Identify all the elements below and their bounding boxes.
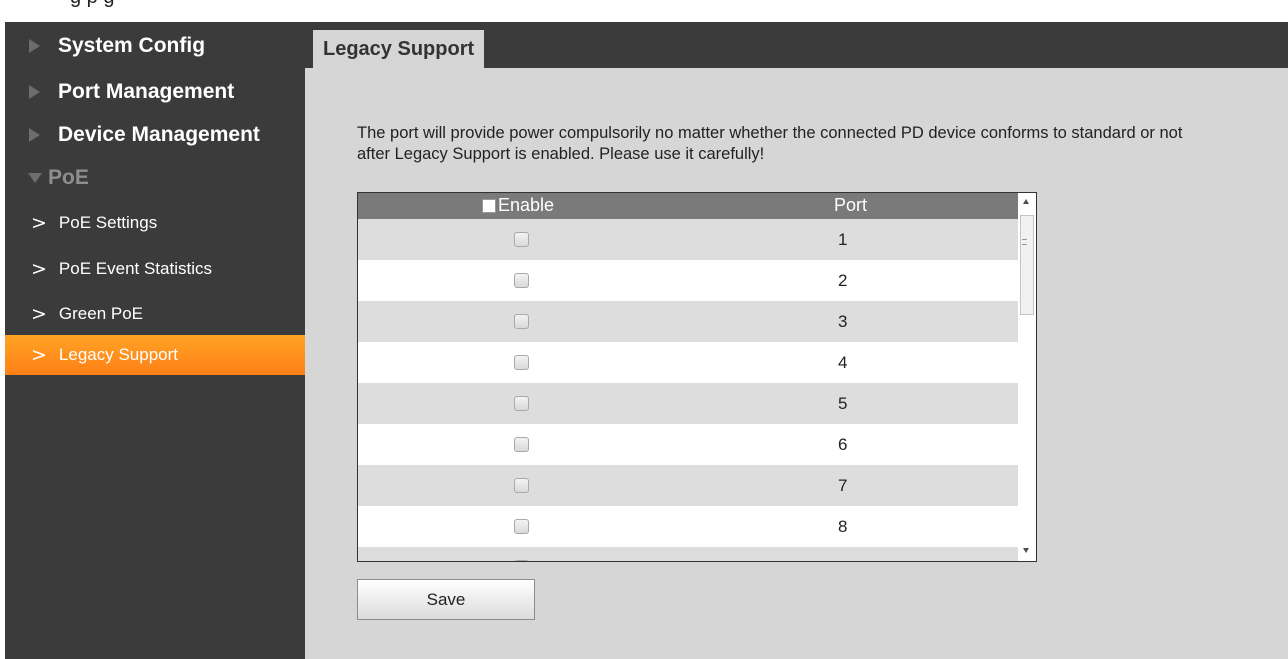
sidebar-item-poe-settings[interactable]: > PoE Settings <box>5 203 305 243</box>
sidebar-item-label: Green PoE <box>58 304 144 323</box>
port-enable-checkbox[interactable] <box>514 396 529 411</box>
sidebar-item-label: PoE <box>48 166 89 189</box>
port-number: 7 <box>838 476 848 495</box>
port-enable-checkbox[interactable] <box>514 560 529 561</box>
port-enable-checkbox[interactable] <box>514 478 529 493</box>
enable-all-checkbox[interactable]: Enable <box>482 195 554 216</box>
port-number: 1 <box>838 230 848 249</box>
expand-arrow-icon <box>29 85 40 99</box>
enable-header-label: Enable <box>498 195 555 215</box>
sidebar-item-label: Device Management <box>58 123 260 146</box>
grip-icon <box>1022 239 1027 245</box>
port-enable-checkbox[interactable] <box>514 355 529 370</box>
chevron-right-icon: > <box>31 258 47 280</box>
port-enable-checkbox[interactable] <box>514 519 529 534</box>
sidebar-item-label: System Config <box>58 34 206 57</box>
port-number: 4 <box>838 353 848 372</box>
sidebar-item-label: Legacy Support <box>58 345 179 364</box>
sidebar-item-port-management[interactable]: Port Management <box>5 70 305 114</box>
sidebar-item-label: Port Management <box>58 80 235 103</box>
scroll-down-icon[interactable] <box>1023 548 1029 553</box>
table-row: 8 <box>358 506 1018 547</box>
port-enable-checkbox[interactable] <box>514 314 529 329</box>
chevron-right-icon: > <box>31 303 47 325</box>
port-enable-checkbox[interactable] <box>514 437 529 452</box>
port-number: 5 <box>838 394 848 413</box>
header-bar: Legacy Support <box>305 22 1288 68</box>
collapse-arrow-icon <box>28 173 42 183</box>
table-row: 7 <box>358 465 1018 506</box>
tab-legacy-support[interactable]: Legacy Support <box>313 30 485 68</box>
table-header: Enable Port <box>358 193 1036 219</box>
scroll-up-icon[interactable] <box>1023 199 1029 204</box>
port-number: 3 <box>838 312 848 331</box>
sidebar-item-poe[interactable]: PoE <box>5 156 305 200</box>
sidebar-item-label: PoE Event Statistics <box>58 259 212 278</box>
port-number: 9 <box>838 558 847 561</box>
top-strip: g p g <box>0 0 1288 22</box>
sidebar-item-device-management[interactable]: Device Management <box>5 113 305 157</box>
save-button[interactable]: Save <box>357 579 535 620</box>
expand-arrow-icon <box>29 128 40 142</box>
port-number: 6 <box>838 435 848 454</box>
table-row: 5 <box>358 383 1018 424</box>
port-number: 2 <box>838 271 848 290</box>
port-number: 8 <box>838 517 848 536</box>
table-row: 4 <box>358 342 1018 383</box>
sidebar-item-system-config[interactable]: System Config <box>5 24 305 68</box>
port-table: Enable Port 1 2 3 4 5 6 7 8 <box>357 192 1037 562</box>
checkbox-icon <box>482 198 496 213</box>
sidebar-item-poe-event-statistics[interactable]: > PoE Event Statistics <box>5 249 305 289</box>
table-row: 3 <box>358 301 1018 342</box>
port-enable-checkbox[interactable] <box>514 232 529 247</box>
sidebar-item-green-poe[interactable]: > Green PoE <box>5 294 305 334</box>
top-strip-text: g p g <box>70 0 114 9</box>
table-row: 2 <box>358 260 1018 301</box>
legacy-support-notice: The port will provide power compulsorily… <box>357 124 1183 163</box>
sidebar-item-legacy-support[interactable]: > Legacy Support <box>5 335 305 375</box>
scrollbar-thumb[interactable] <box>1020 215 1034 315</box>
table-row: 1 <box>358 219 1018 260</box>
chevron-right-icon: > <box>31 344 47 366</box>
content-panel: The port will provide power compulsorily… <box>305 68 1288 659</box>
table-row: 9 <box>358 547 1018 561</box>
sidebar: System Config Port Management Device Man… <box>5 22 305 659</box>
chevron-right-icon: > <box>31 212 47 234</box>
expand-arrow-icon <box>29 39 40 53</box>
table-row: 6 <box>358 424 1018 465</box>
sidebar-item-label: PoE Settings <box>58 213 158 232</box>
port-enable-checkbox[interactable] <box>514 273 529 288</box>
table-scrollbar[interactable] <box>1018 193 1036 561</box>
table-rows: 1 2 3 4 5 6 7 8 <box>358 219 1018 561</box>
port-header-label: Port <box>834 195 868 215</box>
